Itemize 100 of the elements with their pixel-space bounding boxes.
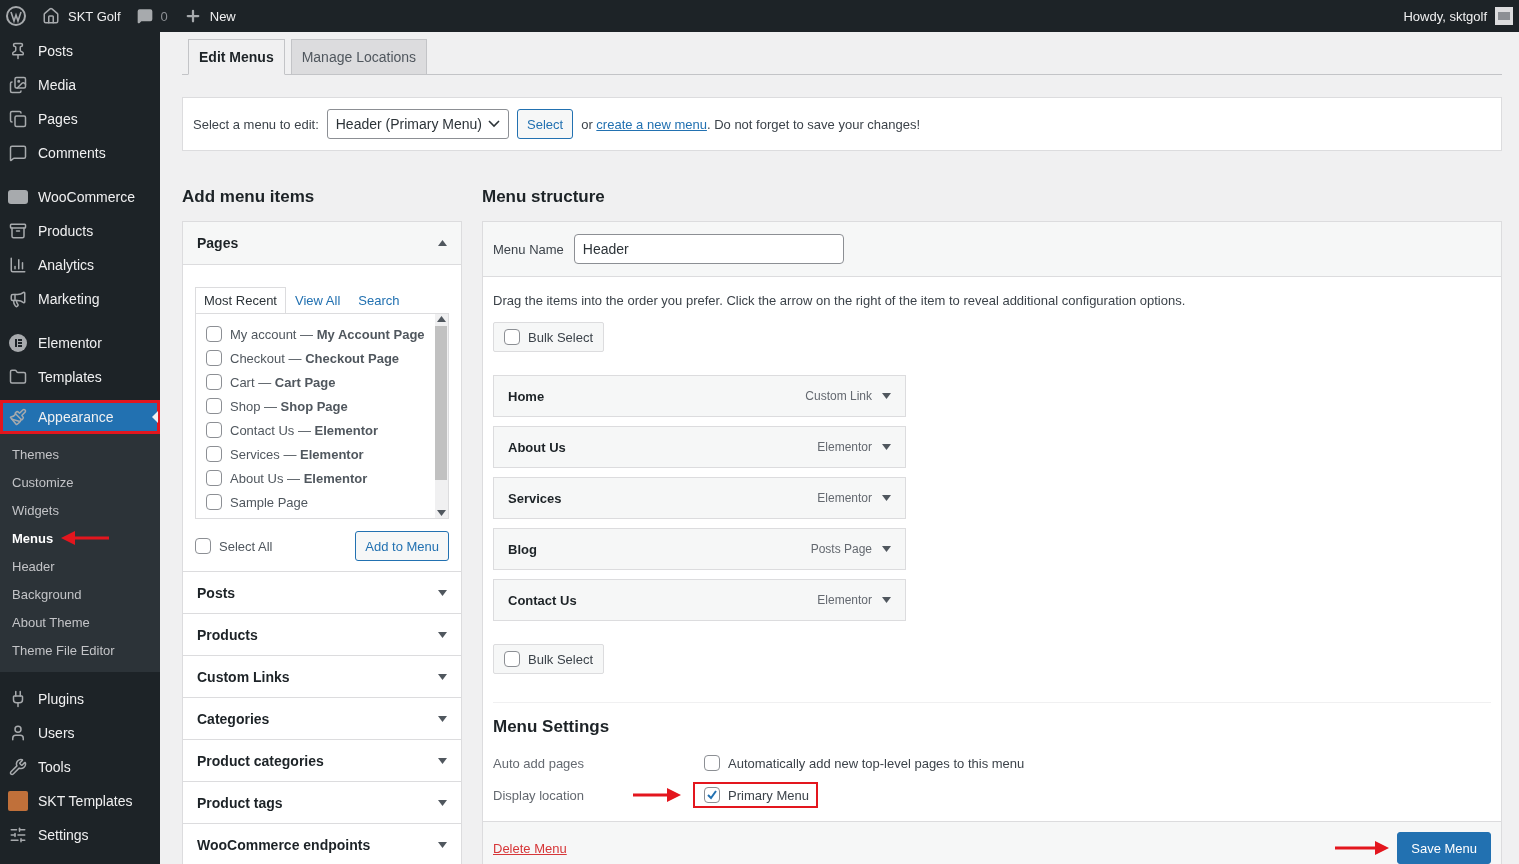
wrench-icon — [8, 757, 28, 777]
sidebar-item[interactable]: Media — [0, 68, 160, 102]
menu-item-bar[interactable]: Services Elementor — [493, 477, 906, 519]
add-to-menu-button[interactable]: Add to Menu — [355, 531, 449, 561]
submenu-item[interactable]: Header — [12, 558, 55, 574]
select-all-label: Select All — [219, 538, 273, 554]
scroll-up-icon — [436, 316, 446, 322]
delete-menu-link[interactable]: Delete Menu — [493, 840, 567, 856]
comment-icon — [136, 8, 153, 24]
sidebar-item[interactable]: Settings — [0, 818, 160, 852]
submenu-item[interactable]: Widgets — [12, 502, 59, 518]
checkbox[interactable] — [206, 422, 222, 438]
greeting-text[interactable]: Howdy, sktgolf — [1403, 8, 1487, 24]
menu-item-bar[interactable]: Blog Posts Page — [493, 528, 906, 570]
folder-icon — [8, 367, 28, 387]
page-option-label: Contact Us — Elementor — [230, 422, 379, 438]
checkbox[interactable] — [704, 787, 720, 803]
sidebar-item[interactable]: Posts — [0, 34, 160, 68]
checkbox[interactable] — [206, 446, 222, 462]
select-button[interactable]: Select — [517, 109, 574, 139]
submenu-item[interactable]: Menus — [12, 530, 54, 546]
sidebar-item[interactable]: Comments — [0, 136, 160, 170]
wordpress-logo-icon[interactable] — [6, 6, 26, 26]
settings-heading: Menu Settings — [493, 717, 611, 737]
sidebar-item[interactable]: Templates — [0, 360, 160, 394]
page-option-label: Checkout — Checkout Page — [230, 350, 400, 366]
speech-bubble-icon — [8, 143, 28, 163]
menu-name-label: Menu Name — [493, 241, 564, 257]
expand-icon — [882, 495, 891, 501]
chevron-down-icon — [488, 120, 500, 128]
menu-item-bar[interactable]: Home Custom Link — [493, 375, 906, 417]
sidebar-item[interactable]: Appearance — [0, 400, 160, 434]
sidebar-item[interactable]: SKT Templates — [0, 784, 160, 818]
save-reminder-text: or create a new menu. Do not forget to save your changes! — [581, 116, 921, 132]
checkbox[interactable] — [195, 538, 211, 554]
expand-icon — [438, 841, 447, 848]
submenu-item[interactable]: Customize — [12, 474, 74, 490]
setting-label: Auto add pages — [493, 755, 586, 771]
expand-icon — [882, 393, 891, 399]
checkbox[interactable] — [206, 326, 222, 342]
menu-item-bar[interactable]: About Us Elementor — [493, 426, 906, 468]
page-option-label: Cart — Cart Page — [230, 374, 336, 390]
sidebar-item[interactable]: Products — [0, 214, 160, 248]
menu-dropdown[interactable]: Header (Primary Menu) — [326, 109, 509, 139]
save-menu-button[interactable]: Save Menu — [1397, 832, 1491, 864]
accordion-header[interactable]: Pages — [183, 222, 461, 264]
checkbox[interactable] — [206, 374, 222, 390]
selection-notch-icon — [152, 411, 158, 423]
box-icon — [8, 221, 28, 241]
menu-item-bar[interactable]: Contact Us Elementor — [493, 579, 906, 621]
sidebar-item[interactable]: Tools — [0, 750, 160, 784]
sidebar-item[interactable]: WooCommerce — [0, 180, 160, 214]
page-option-label: About Us — Elementor — [230, 470, 368, 486]
instructions-text: Drag the items into the order you prefer. Click the arrow on the right of the item to reveal additional configuration options. — [493, 293, 1187, 308]
tab[interactable]: Edit Menus — [188, 39, 285, 75]
select-menu-label: Select a menu to edit: — [193, 116, 319, 132]
expand-icon — [438, 631, 447, 638]
sidebar-item[interactable]: Users — [0, 716, 160, 750]
avatar-icon — [1495, 7, 1513, 25]
submenu-item[interactable]: Background — [12, 586, 82, 602]
expand-icon — [882, 444, 891, 450]
create-menu-link[interactable]: create a new menu — [596, 116, 707, 132]
page-option-label: Services — Elementor — [230, 446, 364, 462]
bulk-select-control[interactable]: Bulk Select — [493, 644, 605, 674]
submenu-item[interactable]: About Theme — [12, 614, 90, 630]
new-link[interactable]: New — [209, 8, 236, 24]
expand-icon — [882, 546, 891, 552]
checkbox[interactable] — [206, 494, 222, 510]
menu-name-field[interactable]: Header — [573, 234, 844, 264]
tab[interactable]: Manage Locations — [290, 39, 428, 75]
setting-label: Display location — [493, 787, 586, 803]
megaphone-icon — [8, 289, 28, 309]
setting-option-label: Primary Menu — [728, 787, 809, 803]
paintbrush-icon — [8, 407, 28, 427]
scroll-down-icon — [436, 510, 446, 516]
checkbox[interactable] — [504, 329, 520, 345]
site-name-link[interactable]: SKT Golf — [68, 8, 121, 24]
checkbox[interactable] — [504, 651, 520, 667]
page-option-label: Sample Page — [230, 494, 309, 510]
comment-count[interactable]: 0 — [160, 8, 168, 24]
sidebar-item[interactable]: Pages — [0, 102, 160, 136]
bar-chart-icon — [8, 255, 28, 275]
sidebar-item[interactable]: Elementor — [0, 326, 160, 360]
sidebar-item[interactable]: Analytics — [0, 248, 160, 282]
submenu-item[interactable]: Themes — [12, 446, 59, 462]
sidebar-item[interactable]: Marketing — [0, 282, 160, 316]
checkbox[interactable] — [206, 470, 222, 486]
panel-tab[interactable]: Most Recent — [195, 287, 286, 313]
expand-icon — [438, 589, 447, 596]
expand-icon — [438, 799, 447, 806]
sidebar-item[interactable]: Plugins — [0, 682, 160, 716]
scrollbar[interactable] — [434, 314, 448, 518]
submenu-item[interactable]: Theme File Editor — [12, 642, 115, 658]
checkbox[interactable] — [704, 755, 720, 771]
bulk-select-control[interactable]: Bulk Select — [493, 322, 605, 352]
expand-icon — [882, 597, 891, 603]
checkbox[interactable] — [206, 398, 222, 414]
checkbox[interactable] — [206, 350, 222, 366]
home-icon — [42, 7, 60, 25]
collapse-icon — [438, 240, 447, 246]
